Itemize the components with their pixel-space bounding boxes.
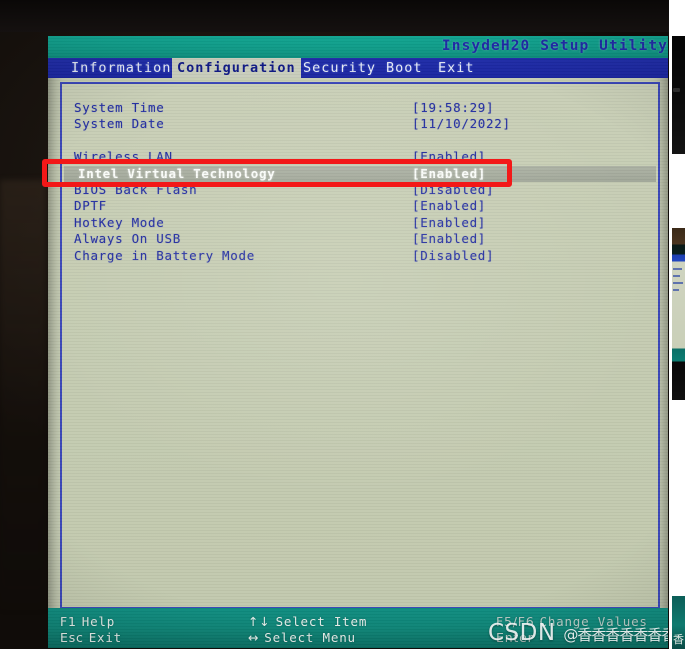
setting-label: System Date: [74, 116, 165, 132]
settings-panel: System Time [19:58:29] System Date [11/10/2…: [60, 82, 660, 609]
hint-select-item: ↑↓ Select Item: [248, 613, 367, 630]
settings-row[interactable]: BIOS Back Flash [Disabled]: [64, 182, 656, 198]
setting-label: Wireless LAN: [74, 149, 173, 165]
setting-value[interactable]: [Enabled]: [412, 215, 486, 231]
hint-exit: Esc Exit: [60, 629, 122, 646]
settings-row-spacer: [64, 133, 656, 149]
laptop-bezel-left: [0, 180, 46, 610]
thumbnail-strip-top[interactable]: [672, 36, 685, 154]
hint-select-menu-label: Select Menu: [264, 630, 356, 645]
tab-security[interactable]: Security: [298, 58, 381, 78]
title-bar: InsydeH20 Setup Utility: [48, 36, 668, 58]
settings-row[interactable]: System Date [11/10/2022]: [64, 116, 656, 132]
setting-value[interactable]: [11/10/2022]: [412, 116, 511, 132]
settings-row[interactable]: DPTF [Enabled]: [64, 198, 656, 214]
bios-screen: InsydeH20 Setup Utility Information Conf…: [48, 36, 668, 648]
tab-information[interactable]: Information: [66, 58, 176, 78]
settings-row[interactable]: System Time [19:58:29]: [64, 100, 656, 116]
setting-label: System Time: [74, 100, 165, 115]
hint-select-menu: ↔ Select Menu: [248, 629, 356, 646]
setting-label: BIOS Back Flash: [74, 181, 198, 197]
key-f1: F1: [60, 614, 77, 629]
setting-value[interactable]: [Enabled]: [412, 231, 486, 247]
setting-value[interactable]: [Enabled]: [412, 198, 486, 214]
tab-configuration[interactable]: Configuration: [172, 58, 301, 78]
hint-exit-label: Exit: [88, 630, 122, 645]
watermark-handle: @香香香香香香香: [563, 626, 668, 644]
setting-label: HotKey Mode: [74, 214, 165, 230]
setting-value[interactable]: [19:58:29]: [412, 100, 494, 116]
arrow-left-right-icon: ↔: [248, 630, 260, 645]
settings-row[interactable]: Intel Virtual Technology [Enabled]: [64, 165, 656, 182]
photo-frame: InsydeH20 Setup Utility Information Conf…: [0, 0, 685, 649]
settings-row[interactable]: Always On USB [Enabled]: [64, 231, 656, 247]
setting-value[interactable]: [Enabled]: [412, 166, 486, 182]
arrow-up-down-icon: ↑↓: [248, 614, 271, 629]
setting-value[interactable]: [Disabled]: [412, 248, 494, 264]
hint-help-label: Help: [81, 614, 116, 629]
setting-label: Intel Virtual Technology: [78, 165, 276, 181]
tab-boot[interactable]: Boot: [381, 58, 428, 78]
settings-list: System Time [19:58:29] System Date [11/10/2…: [64, 100, 656, 264]
settings-row[interactable]: Charge in Battery Mode [Disabled]: [64, 248, 656, 264]
watermark-brand: CSDN: [488, 620, 556, 646]
setting-label: Always On USB: [74, 231, 181, 247]
thumbnail-strip-bottom[interactable]: [672, 596, 685, 649]
utility-title: InsydeH20 Setup Utility: [441, 38, 668, 54]
thumbnail-strip-middle[interactable]: [672, 228, 685, 400]
laptop-bezel-top: [0, 0, 685, 32]
setting-value[interactable]: [Enabled]: [412, 149, 486, 165]
setting-label: Charge in Battery Mode: [74, 247, 255, 263]
setting-value[interactable]: [Disabled]: [412, 182, 494, 198]
csdn-watermark: CSDN @香香香香香香香: [488, 620, 668, 646]
settings-row[interactable]: Wireless LAN [Enabled]: [64, 149, 656, 165]
key-esc: Esc: [60, 630, 84, 645]
menu-bar: Information Configuration Security Boot …: [48, 58, 668, 78]
hint-help: F1 Help: [60, 613, 115, 630]
settings-row[interactable]: HotKey Mode [Enabled]: [64, 215, 656, 231]
hint-select-item-label: Select Item: [275, 614, 368, 629]
setting-label: DPTF: [74, 198, 107, 214]
tab-exit[interactable]: Exit: [433, 58, 480, 78]
